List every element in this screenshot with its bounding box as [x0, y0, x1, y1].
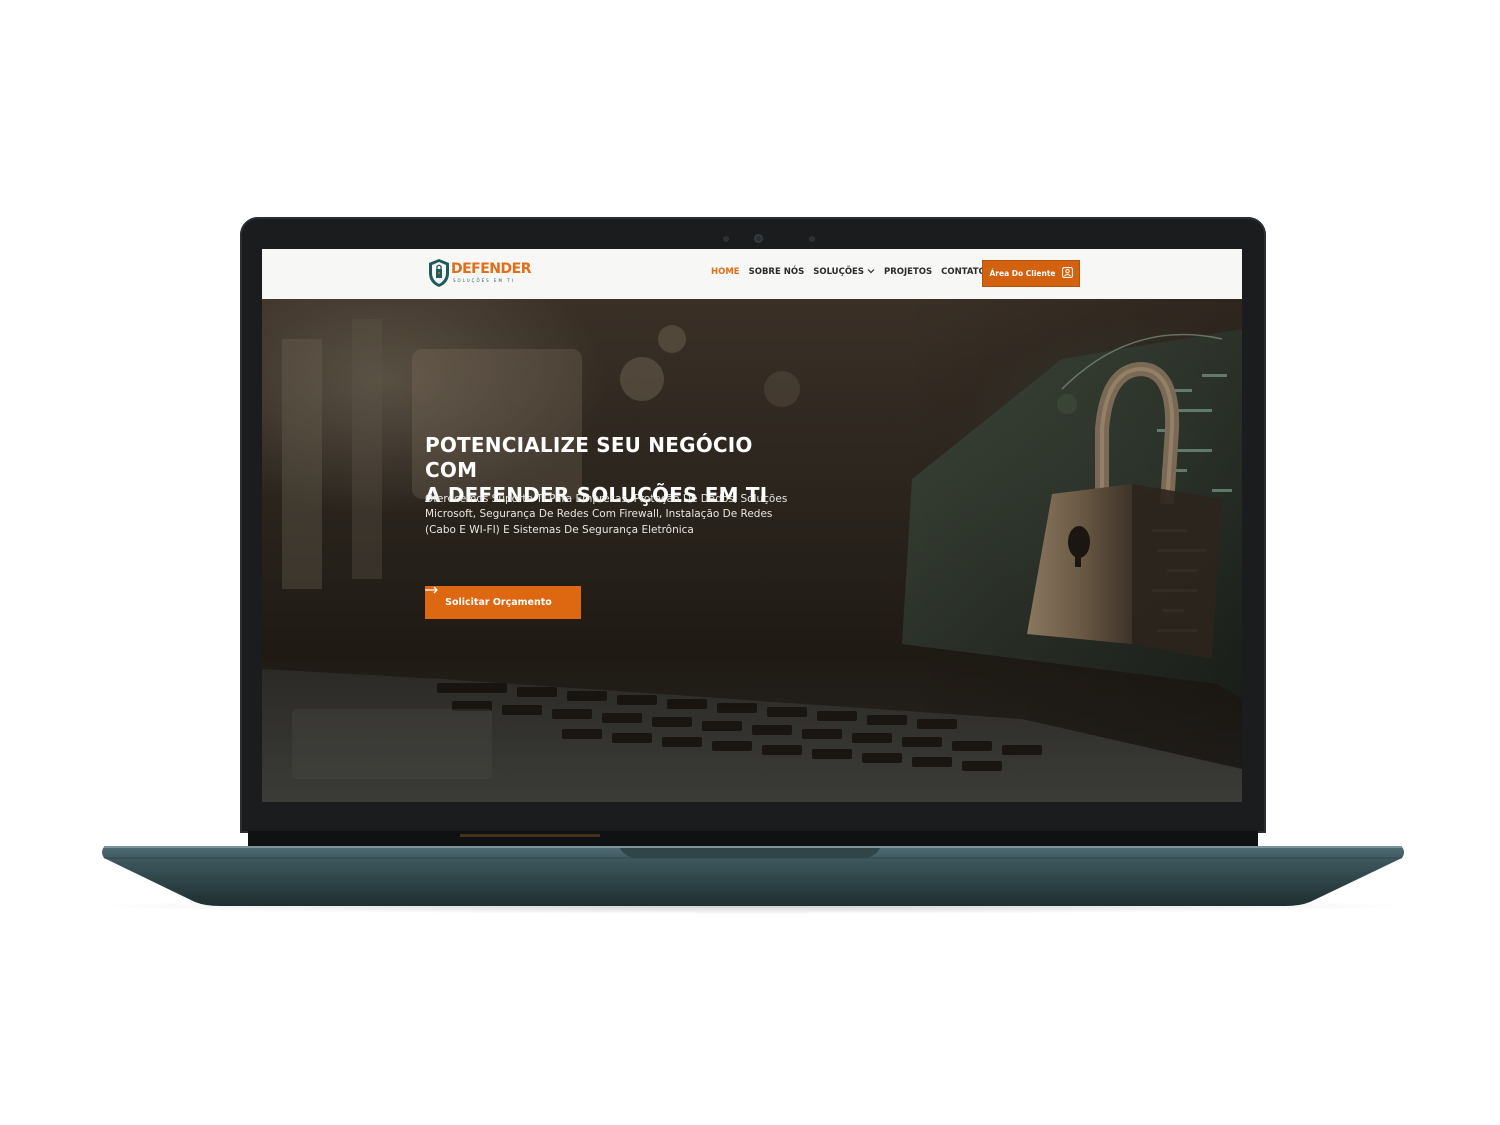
laptop-base [92, 846, 1412, 914]
laptop-mockup-scene: POTENCIALIZE SEU NEGÓCIO COM A DEFENDER … [0, 0, 1500, 1125]
